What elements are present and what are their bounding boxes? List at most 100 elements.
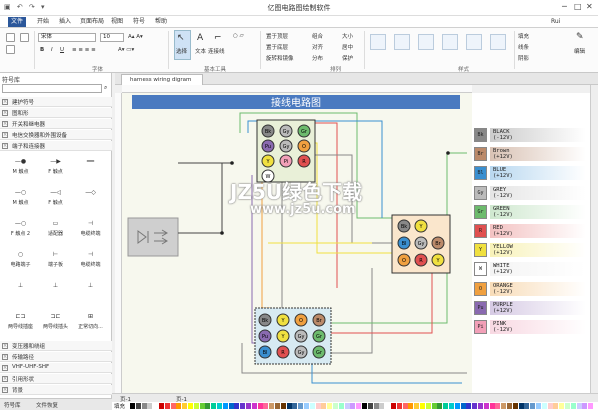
paste-icon[interactable] (20, 33, 29, 42)
palette-swatch[interactable] (141, 403, 147, 409)
palette-swatch[interactable] (588, 403, 594, 409)
menu-page-layout[interactable]: 页面布局 (77, 17, 107, 27)
palette-swatch[interactable] (576, 403, 582, 409)
font-size-select[interactable]: 10 (100, 33, 124, 42)
vertical-scrollbar[interactable] (590, 85, 598, 395)
style-preset-4[interactable] (442, 34, 458, 50)
palette-swatch[interactable] (234, 403, 240, 409)
symbol-shape[interactable]: ⊥ (39, 279, 72, 301)
palette-swatch[interactable] (292, 403, 298, 409)
close-icon[interactable]: ✕ (586, 2, 593, 11)
palette-swatch[interactable] (570, 403, 576, 409)
palette-swatch[interactable] (489, 403, 495, 409)
palette-swatch[interactable] (547, 403, 553, 409)
size-button[interactable]: 大小 (342, 32, 353, 40)
palette-swatch[interactable] (228, 403, 234, 409)
palette-swatch[interactable] (483, 403, 489, 409)
symbol-shape[interactable]: —▶ F 触点 (39, 155, 72, 177)
minimize-icon[interactable]: ─ (562, 2, 567, 11)
palette-swatch[interactable] (257, 403, 263, 409)
menu-view[interactable]: 视图 (108, 17, 126, 27)
symbol-shape[interactable]: ○ 电路端子 (4, 248, 37, 270)
palette-swatch[interactable] (367, 403, 373, 409)
palette-swatch[interactable] (205, 403, 211, 409)
palette-swatch[interactable] (431, 403, 437, 409)
rotate-button[interactable]: 旋转和镜像 (266, 54, 294, 62)
symbol-shape[interactable]: ⊢ 端子板 (39, 248, 72, 270)
shadow-button[interactable]: 阴影 (518, 54, 529, 62)
line-button[interactable]: 线条 (518, 43, 529, 51)
category-item[interactable]: × 背景 (0, 385, 112, 395)
symbol-shape[interactable]: ▭ 适配器 (39, 217, 72, 239)
center-button[interactable]: 居中 (342, 43, 353, 51)
category-item[interactable]: × 引用形状 (0, 374, 112, 384)
style-preset-6[interactable] (490, 34, 506, 50)
palette-swatch[interactable] (408, 403, 414, 409)
palette-swatch[interactable] (130, 403, 135, 409)
palette-swatch[interactable] (193, 403, 199, 409)
palette-swatch[interactable] (188, 403, 193, 409)
category-item[interactable]: × 开关和继电器 (0, 119, 112, 129)
palette-swatch[interactable] (530, 403, 536, 409)
palette-swatch[interactable] (280, 403, 286, 409)
category-item[interactable]: × 建护符号 (0, 97, 112, 107)
palette-swatch[interactable] (222, 403, 228, 409)
palette-swatch[interactable] (164, 403, 170, 409)
user-name[interactable]: Rui (548, 17, 563, 27)
palette-swatch[interactable] (524, 403, 530, 409)
palette-swatch[interactable] (582, 403, 588, 409)
palette-swatch[interactable] (391, 403, 396, 409)
palette-swatch[interactable] (425, 403, 431, 409)
menu-file[interactable]: 文件 (8, 17, 27, 27)
cut-icon[interactable] (6, 33, 15, 42)
palette-swatch[interactable] (518, 403, 524, 409)
drawing-canvas[interactable]: 接线电路图 Bk Gy Gr Pu Gy O Y Pi R W Bk Y Bl … (122, 93, 472, 393)
palette-swatch[interactable] (315, 403, 321, 409)
font-color-icon[interactable]: A▾ ▭▾ (118, 47, 134, 53)
send-back-button[interactable]: 置于底层 (266, 43, 288, 51)
category-item[interactable]: × 电信交换器和外围设备 (0, 130, 112, 140)
symbol-shape[interactable]: ━━ (74, 155, 107, 177)
palette-swatch[interactable] (466, 403, 472, 409)
palette-swatch[interactable] (211, 403, 217, 409)
align-icons[interactable]: ≡ ≡ ≡ ≡ (72, 47, 96, 53)
style-preset-3[interactable] (418, 34, 434, 50)
palette-swatch[interactable] (512, 403, 518, 409)
symbol-shape[interactable]: —○ M 触点 (4, 186, 37, 208)
palette-swatch[interactable] (147, 403, 153, 409)
bring-front-button[interactable]: 置于顶层 (266, 32, 288, 40)
palette-swatch[interactable] (402, 403, 408, 409)
style-preset-1[interactable] (370, 34, 386, 50)
category-item[interactable]: × 端子和连接器 (0, 141, 112, 151)
palette-swatch[interactable] (507, 403, 512, 409)
symbol-shape[interactable]: —● M 触点 (4, 155, 37, 177)
palette-swatch[interactable] (298, 403, 304, 409)
palette-swatch[interactable] (269, 403, 275, 409)
palette-swatch[interactable] (449, 403, 454, 409)
symbol-shape[interactable]: —○ F 触点 2 (4, 217, 37, 239)
palette-swatch[interactable] (443, 403, 449, 409)
palette-swatch[interactable] (460, 403, 466, 409)
bold-icon[interactable]: B (40, 47, 44, 53)
palette-swatch[interactable] (478, 403, 483, 409)
menu-help[interactable]: 帮助 (152, 17, 170, 27)
symbol-shape[interactable]: —◇ (74, 186, 107, 208)
symbol-shape[interactable]: ⊣ 电缆终端 (74, 248, 107, 270)
symbol-shape[interactable]: ⊐⊏ 两导线插头 (39, 310, 72, 332)
palette-swatch[interactable] (176, 403, 182, 409)
font-grow-icon[interactable]: A▴ A▾ (128, 34, 143, 40)
palette-swatch[interactable] (159, 403, 164, 409)
palette-swatch[interactable] (385, 403, 391, 409)
palette-swatch[interactable] (217, 403, 222, 409)
connector-icon[interactable]: ⌐ (214, 33, 222, 43)
palette-swatch[interactable] (182, 403, 188, 409)
align-button[interactable]: 对齐 (312, 43, 323, 51)
palette-swatch[interactable] (135, 403, 141, 409)
palette-swatch[interactable] (536, 403, 541, 409)
category-item[interactable]: × VHF-UHF-SHF (0, 363, 112, 373)
palette-swatch[interactable] (333, 403, 338, 409)
style-preset-2[interactable] (394, 34, 410, 50)
edit-button[interactable]: 编辑 (574, 47, 585, 55)
menu-insert[interactable]: 插入 (56, 17, 74, 27)
palette-swatch[interactable] (420, 403, 425, 409)
